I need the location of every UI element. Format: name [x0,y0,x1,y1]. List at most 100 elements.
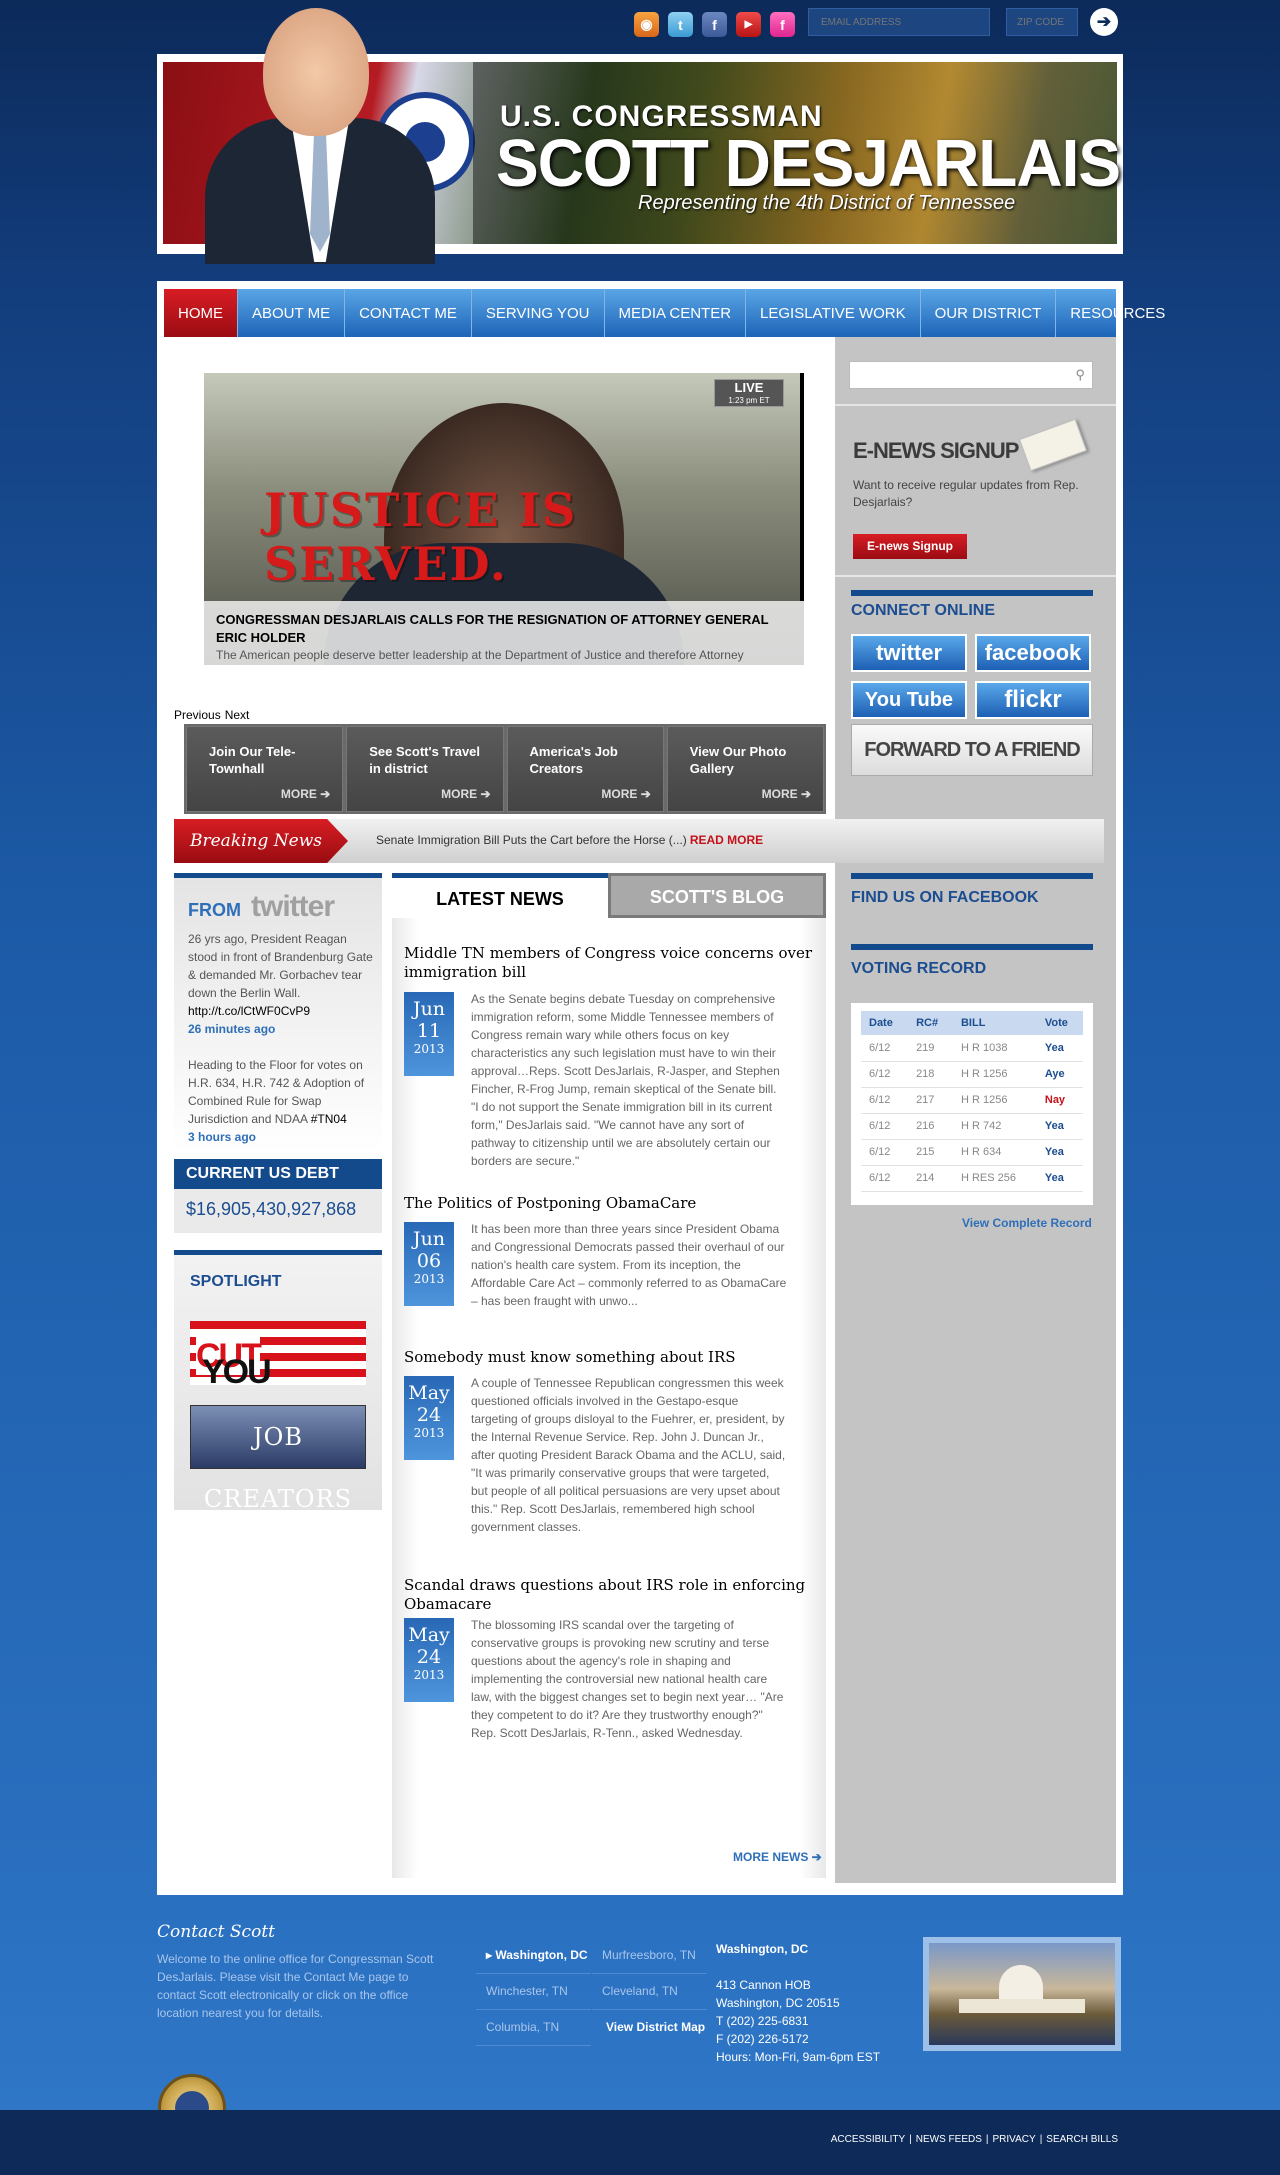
article-excerpt: The blossoming IRS scandal over the targ… [471,1618,784,1740]
facebook-connect-button[interactable]: facebook [975,634,1091,672]
top-utility-bar: ◉ t f ▶ f ➔ [0,6,1280,50]
view-district-map-link[interactable]: View District Map [596,2010,711,2046]
breaking-news-bar: Breaking News Senate Immigration Bill Pu… [174,819,1104,863]
feature-more-link[interactable]: MORE ➔ [281,787,330,801]
location-murfreesboro[interactable]: Murfreesboro, TN [592,1938,707,1974]
feature-travel[interactable]: See Scott's Travel in district MORE ➔ [346,726,504,812]
twitter-feed: FROM twitter 26 yrs ago, President Reaga… [174,873,382,1153]
footer-bar: ACCESSIBILITY | NEWS FEEDS | PRIVACY | SEAR… [0,2110,1280,2175]
nav-home[interactable]: HOME [164,289,238,337]
slider-caption-title[interactable]: CONGRESSMAN DESJARLAIS CALLS FOR THE RES… [216,611,792,647]
article-date: Jun 06 2013 [404,1222,454,1306]
nav-our-district[interactable]: OUR DISTRICT [921,289,1057,337]
tweet-item: Heading to the Floor for votes on H.R. 6… [188,1056,373,1146]
location-columbia[interactable]: Columbia, TN [476,2010,591,2046]
youtube-icon[interactable]: ▶ [736,12,761,37]
job-creators-banner[interactable]: JOB CREATORS [190,1405,366,1513]
tab-scotts-blog[interactable]: SCOTT'S BLOG [608,873,826,918]
connect-online-title: CONNECT ONLINE [851,590,1093,620]
enews-title: E-NEWS SIGNUP [853,438,1019,463]
location-cleveland[interactable]: Cleveland, TN [592,1974,707,2010]
footer-links: ACCESSIBILITY | NEWS FEEDS | PRIVACY | SEAR… [830,2134,1118,2145]
site-search-input[interactable]: ⚲ [849,361,1093,389]
capitol-photo [923,1937,1121,2051]
news-feeds-link[interactable]: NEWS FEEDS [916,2134,982,2145]
tweet-item: 26 yrs ago, President Reagan stood in fr… [188,932,373,1038]
youtube-connect-button[interactable]: You Tube [851,681,967,719]
slider-prev-link[interactable]: Previous [174,708,221,722]
breaking-news-text[interactable]: Senate Immigration Bill Puts the Cart be… [376,833,763,847]
location-washington-dc[interactable]: ▸ Washington, DC [476,1938,591,1974]
tweet-time[interactable]: 26 minutes ago [188,1020,373,1038]
feature-tele-townhall[interactable]: Join Our Tele-Townhall MORE ➔ [186,726,344,812]
arrow-right-icon: ➔ [1096,12,1112,31]
us-debt-widget: CURRENT US DEBT $16,905,430,927,868 [174,1159,382,1233]
email-signup-input[interactable] [808,8,990,36]
article-title[interactable]: Somebody must know something about IRS [404,1348,816,1367]
news-article: Scandal draws questions about IRS role i… [404,1576,816,1740]
footer-contact-text: Welcome to the online office for Congres… [157,1952,434,2020]
slider-caption[interactable]: CONGRESSMAN DESJARLAIS CALLS FOR THE RES… [204,601,804,665]
slider-next-link[interactable]: Next [225,708,250,722]
table-row: 6/12 219 H R 1038 Yea [861,1035,1083,1062]
spotlight-widget: SPOTLIGHT YOU CUT JOB CREATORS [174,1250,382,1513]
tweet-hashtag[interactable]: #TN04 [311,1112,347,1126]
twitter-logo[interactable]: twitter [251,890,335,924]
main-nav: HOME ABOUT ME CONTACT ME SERVING YOU MED… [164,289,1165,337]
twitter-from-label: FROM [188,900,241,920]
facebook-icon[interactable]: f [702,12,727,37]
find-us-on-facebook-title[interactable]: FIND US ON FACEBOOK [851,873,1093,907]
twitter-connect-button[interactable]: twitter [851,634,967,672]
forward-to-friend-button[interactable]: FORWARD TO A FRIEND [851,724,1093,776]
nav-resources[interactable]: RESOURCES [1056,289,1179,337]
search-bills-link[interactable]: SEARCH BILLS [1046,2134,1118,2145]
privacy-link[interactable]: PRIVACY [993,2134,1036,2145]
read-more-link[interactable]: READ MORE [690,833,763,847]
feature-job-creators[interactable]: America's Job Creators MORE ➔ [506,726,664,812]
feature-title: View Our Photo Gallery [689,744,787,776]
banner-name[interactable]: SCOTT DESJARLAIS [496,124,1121,202]
featured-slider[interactable]: LIVE 1:23 pm ET JUSTICE IS SERVED. CONGRE… [204,373,804,665]
breaking-news-label: Breaking News [174,819,348,863]
article-title[interactable]: The Politics of Postponing ObamaCare [404,1194,816,1213]
nav-media-center[interactable]: MEDIA CENTER [605,289,747,337]
twitter-icon[interactable]: t [668,12,693,37]
news-article: Middle TN members of Congress voice conc… [404,944,816,1168]
address-title: Washington, DC [716,1942,809,1956]
location-winchester[interactable]: Winchester, TN [476,1974,591,2010]
news-article: The Politics of Postponing ObamaCare Jun… [404,1194,816,1308]
more-news-link[interactable]: MORE NEWS ➔ [733,1850,822,1864]
accessibility-link[interactable]: ACCESSIBILITY [831,2134,905,2145]
view-complete-record-link[interactable]: View Complete Record [962,1216,1092,1230]
flickr-icon[interactable]: f [770,12,795,37]
slider-controls: Previous Next [174,708,253,722]
youcut-banner[interactable]: YOU CUT [190,1321,366,1391]
debt-value: $16,905,430,927,868 [186,1199,357,1219]
article-title[interactable]: Middle TN members of Congress voice conc… [404,944,816,982]
feature-title: America's Job Creators [529,744,618,776]
zip-code-input[interactable] [1006,8,1078,36]
nav-contact-me[interactable]: CONTACT ME [345,289,472,337]
tweet-link[interactable]: http://t.co/lCtWF0CvP9 [188,1004,310,1018]
feature-photo-gallery[interactable]: View Our Photo Gallery MORE ➔ [666,726,824,812]
tweet-time[interactable]: 3 hours ago [188,1128,373,1146]
spotlight-title: SPOTLIGHT [190,1273,282,1290]
live-badge: LIVE 1:23 pm ET [714,379,784,407]
voting-record-table: Date RC# BILL Vote 6/12 219 H R 1038 Yea 6/… [851,1003,1093,1205]
nav-legislative-work[interactable]: LEGISLATIVE WORK [746,289,921,337]
article-date: May 24 2013 [404,1376,454,1460]
flickr-connect-button[interactable]: flickr [975,681,1091,719]
article-title[interactable]: Scandal draws questions about IRS role i… [404,1576,816,1614]
search-icon[interactable]: ⚲ [1075,367,1085,383]
rss-icon[interactable]: ◉ [634,12,659,37]
signup-submit-button[interactable]: ➔ [1090,8,1118,36]
nav-about-me[interactable]: ABOUT ME [238,289,346,337]
office-address: Washington, DC 413 Cannon HOB Washington… [716,1942,881,2064]
feature-more-link[interactable]: MORE ➔ [441,787,490,801]
feature-more-link[interactable]: MORE ➔ [601,787,650,801]
table-row: 6/12 215 H R 634 Yea [861,1139,1083,1166]
enews-signup-button[interactable]: E-news Signup [853,534,967,559]
feature-more-link[interactable]: MORE ➔ [762,787,811,801]
tab-latest-news[interactable]: LATEST NEWS [392,873,608,918]
nav-serving-you[interactable]: SERVING YOU [472,289,605,337]
